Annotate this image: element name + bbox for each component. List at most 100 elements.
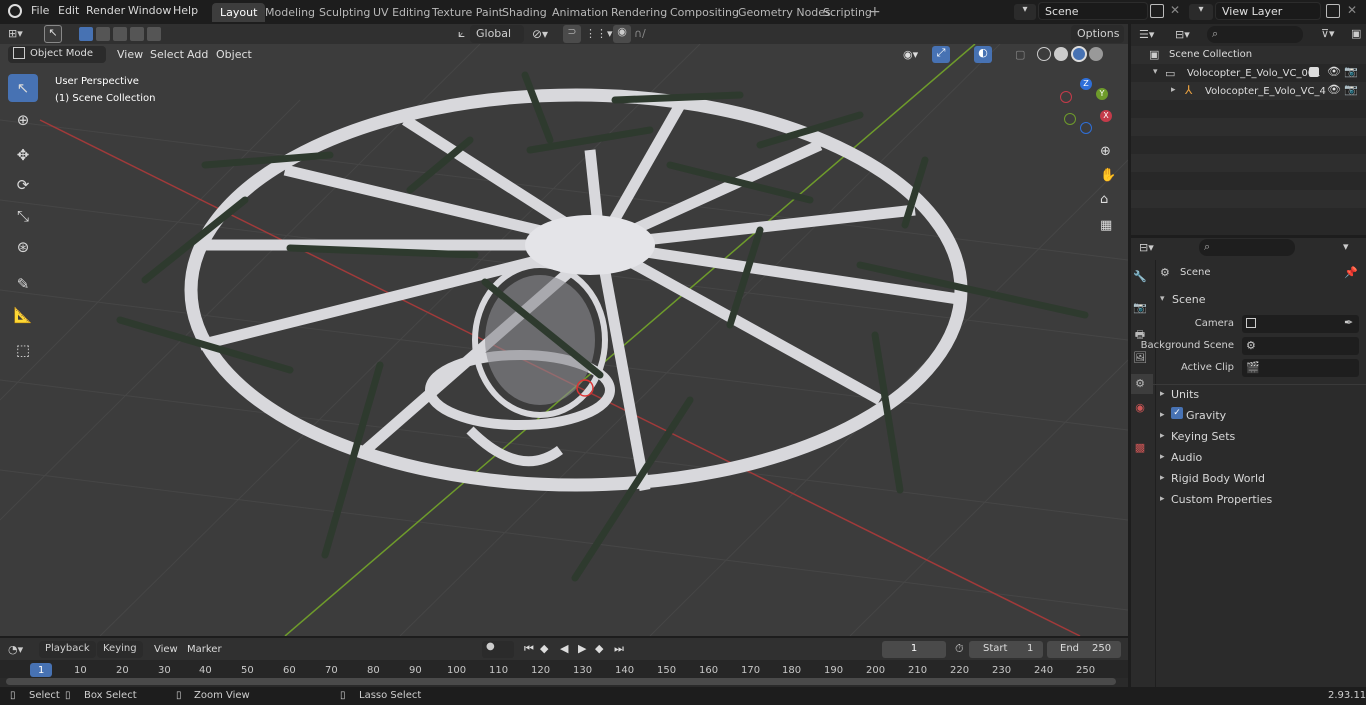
scene-tab-icon[interactable]: ⚙ — [1133, 377, 1147, 391]
subpanel-audio[interactable]: Audio — [1171, 451, 1202, 464]
new-collection-icon[interactable]: ▣ — [1351, 27, 1361, 40]
render-tab-icon[interactable]: 📷 — [1133, 301, 1147, 315]
camera-field[interactable]: ✒ — [1242, 315, 1359, 333]
select-mode-subtract-icon[interactable] — [113, 27, 127, 41]
keying-sets-arrow-icon[interactable]: ▸ — [1160, 431, 1165, 441]
filter-icon[interactable]: ⊽▾ — [1321, 27, 1335, 40]
object-visibility-eye-icon[interactable]: 👁 — [1327, 83, 1341, 96]
options-dropdown[interactable]: Options — [1071, 25, 1124, 43]
play-reverse-icon[interactable]: ◀ — [560, 642, 568, 655]
neg-y-gizmo-icon[interactable] — [1064, 113, 1076, 125]
falloff-icon[interactable]: ∩∕ — [634, 27, 646, 40]
menu-edit[interactable]: Edit — [58, 4, 79, 17]
menu-render[interactable]: Render — [86, 4, 125, 17]
camera-view-icon[interactable]: ⌂ — [1100, 192, 1108, 207]
play-icon[interactable]: ▶ — [578, 642, 586, 655]
outliner-item-collection[interactable]: Volocopter_E_Volo_VC_001 — [1187, 68, 1321, 79]
rigid-body-arrow-icon[interactable]: ▸ — [1160, 473, 1165, 483]
pivot-point-icon[interactable]: ⊘▾ — [532, 27, 548, 41]
gravity-checkbox[interactable]: ✓ — [1171, 407, 1183, 419]
transform-orientation-dropdown[interactable]: Global — [470, 25, 524, 43]
overlay-toggle-icon[interactable]: ◐ — [974, 46, 992, 63]
record-icon[interactable]: ● — [482, 641, 514, 658]
gizmo-toggle-icon[interactable]: ⤢ — [932, 46, 950, 63]
close-view-layer-icon[interactable]: ✕ — [1347, 3, 1357, 17]
jump-start-icon[interactable]: ⏮ — [524, 642, 534, 656]
annotate-tool-icon[interactable]: ✎ — [8, 270, 38, 298]
render-camera-icon[interactable]: 📷 — [1344, 65, 1358, 78]
wireframe-shading-icon[interactable] — [1037, 47, 1051, 61]
active-clip-field[interactable]: 🎬 — [1242, 359, 1359, 377]
props-options-icon[interactable]: ▾ — [1343, 240, 1349, 253]
scene-collection-label[interactable]: Scene Collection — [1169, 49, 1252, 60]
timeline-menu-view[interactable]: View — [154, 644, 178, 655]
timeline-scrollbar[interactable] — [6, 678, 1116, 685]
audio-arrow-icon[interactable]: ▸ — [1160, 452, 1165, 462]
tool-tab-icon[interactable]: 🔧 — [1133, 270, 1147, 284]
properties-editor-icon[interactable]: ⊟▾ — [1139, 241, 1154, 254]
select-mode-intersect-icon[interactable] — [147, 27, 161, 41]
display-mode-icon[interactable]: ⊟▾ — [1175, 28, 1190, 41]
outliner-item-object[interactable]: Volocopter_E_Volo_VC_4 — [1205, 86, 1326, 97]
outliner-editor-icon[interactable]: ☰▾ — [1139, 28, 1154, 41]
view-layer-browse-icon[interactable]: ▾ — [1189, 4, 1213, 20]
keying-dropdown[interactable]: Keying — [97, 641, 143, 658]
current-frame-field[interactable]: 1 — [882, 641, 946, 658]
y-axis-gizmo-icon[interactable]: Y — [1096, 88, 1108, 100]
solid-shading-icon[interactable] — [1054, 47, 1068, 61]
menu-add[interactable]: Add — [187, 48, 208, 61]
menu-object[interactable]: Object — [216, 48, 252, 61]
units-arrow-icon[interactable]: ▸ — [1160, 389, 1165, 399]
new-view-layer-icon[interactable] — [1326, 4, 1340, 18]
new-scene-icon[interactable] — [1150, 4, 1164, 18]
editor-type-icon[interactable]: ⊞▾ — [8, 27, 34, 42]
subpanel-custom-properties[interactable]: Custom Properties — [1171, 493, 1272, 506]
properties-search-input[interactable]: ⌕ — [1199, 239, 1295, 256]
xray-icon[interactable]: ▢ — [1015, 48, 1025, 61]
menu-select[interactable]: Select — [150, 48, 184, 61]
snap-icon[interactable]: ⊃ — [563, 25, 581, 43]
gravity-arrow-icon[interactable]: ▸ — [1160, 410, 1165, 420]
blender-logo-icon[interactable] — [8, 4, 22, 18]
expand-arrow-icon[interactable]: ▸ — [1171, 85, 1176, 95]
cursor-tool-icon[interactable]: ⊕ — [8, 106, 38, 134]
measure-tool-icon[interactable]: 📐 — [8, 301, 38, 329]
select-box-tool-icon[interactable]: ↖ — [8, 74, 38, 102]
object-render-camera-icon[interactable]: 📷 — [1344, 83, 1358, 96]
timeline-editor-icon[interactable]: ◔▾ — [8, 643, 23, 656]
background-scene-field[interactable]: ⚙ — [1242, 337, 1359, 355]
object-mode-dropdown[interactable]: Object Mode — [8, 46, 106, 63]
select-tool-icon[interactable]: ↖ — [44, 25, 62, 43]
material-shading-icon[interactable] — [1071, 46, 1087, 62]
subpanel-rigid-body-world[interactable]: Rigid Body World — [1171, 472, 1265, 485]
scene-name-field[interactable]: Scene — [1038, 2, 1148, 20]
eyedropper-icon[interactable]: ✒ — [1344, 316, 1353, 329]
scene-panel-arrow-icon[interactable]: ▾ — [1160, 294, 1165, 304]
scene-browse-icon[interactable]: ▾ — [1014, 4, 1036, 20]
close-scene-icon[interactable]: ✕ — [1170, 3, 1180, 17]
navigation-gizmo[interactable]: Z Y X — [1058, 78, 1114, 134]
jump-end-icon[interactable]: ⏭ — [614, 642, 624, 656]
3d-viewport[interactable]: Z Y X ⊕ ✋ ⌂ ▦ — [0, 44, 1128, 636]
view-layer-field[interactable]: View Layer — [1215, 2, 1321, 20]
timeline-menu-marker[interactable]: Marker — [187, 644, 222, 655]
output-tab-icon[interactable]: 🖶 — [1133, 326, 1147, 341]
start-frame-field[interactable]: Start 1 — [969, 641, 1043, 658]
proportional-editing-icon[interactable]: ◉ — [613, 25, 631, 43]
add-workspace-icon[interactable]: + — [869, 4, 881, 20]
custom-props-arrow-icon[interactable]: ▸ — [1160, 494, 1165, 504]
subpanel-gravity[interactable]: Gravity — [1186, 409, 1226, 422]
rendered-shading-icon[interactable] — [1089, 47, 1103, 61]
select-mode-extend-icon[interactable] — [96, 27, 110, 41]
playback-dropdown[interactable]: Playback — [39, 641, 96, 658]
stopwatch-icon[interactable]: ⏱ — [955, 642, 964, 656]
x-axis-gizmo-icon[interactable]: X — [1100, 110, 1112, 122]
select-mode-new-icon[interactable] — [79, 27, 93, 41]
subpanel-keying-sets[interactable]: Keying Sets — [1171, 430, 1235, 443]
visibility-eye-icon[interactable]: 👁 — [1327, 65, 1341, 78]
neg-x-gizmo-icon[interactable] — [1060, 91, 1072, 103]
collapse-arrow-icon[interactable]: ▾ — [1153, 67, 1158, 77]
exclude-checkbox[interactable] — [1309, 67, 1319, 77]
scene-panel-header[interactable]: Scene — [1172, 293, 1206, 306]
prev-keyframe-icon[interactable]: ◆ — [540, 642, 548, 655]
